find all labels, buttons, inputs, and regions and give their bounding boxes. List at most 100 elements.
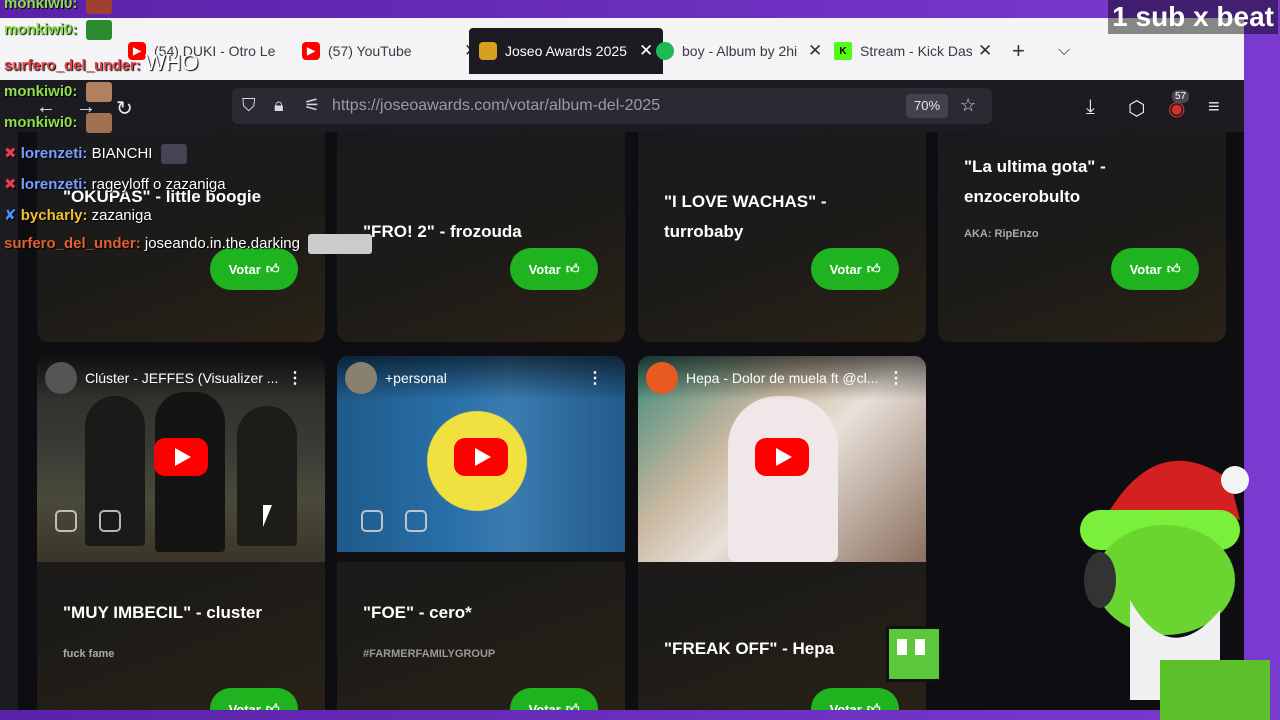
thumbs-up-icon: 👍︎	[1166, 261, 1181, 276]
album-title: "La ultima gota" - enzocerobulto	[964, 157, 1106, 206]
tab-label: Joseo Awards 2025	[505, 43, 627, 59]
video-figure	[728, 396, 838, 562]
cube-character	[886, 626, 942, 682]
video-title[interactable]: Hepa - Dolor de muela ft @cl...	[686, 370, 886, 386]
vote-button[interactable]: Votar 👍︎	[210, 688, 298, 710]
album-card: "I LOVE WACHAS" - turrobaby Votar 👍︎	[638, 132, 926, 342]
tab-joseo-awards[interactable]: Joseo Awards 2025 ✕	[469, 28, 664, 74]
video-title[interactable]: Clúster - JEFFES (Visualizer ...	[85, 370, 285, 386]
album-title: "FOE" - cero*	[363, 603, 472, 622]
chat-text: BIANCHI	[91, 145, 153, 162]
chat-username: monkiwi0:	[4, 82, 78, 100]
new-tab-icon[interactable]: +	[1012, 38, 1025, 64]
extension-badge: 57	[1172, 90, 1190, 103]
chat-text: WHO	[144, 50, 199, 75]
badge-sword-icon: ✘	[4, 207, 17, 224]
play-button-icon[interactable]	[454, 438, 508, 476]
video-progress	[337, 552, 625, 562]
play-button-icon[interactable]	[755, 438, 809, 476]
album-title: "FREAK OFF" - Hepa	[664, 639, 835, 658]
youtube-embed[interactable]: +personal ⋮	[337, 356, 625, 562]
album-card: "La ultima gota" - enzocerobulto AKA: Ri…	[938, 132, 1226, 342]
more-options-icon[interactable]: ⋮	[587, 368, 603, 388]
emote-icon	[85, 82, 112, 102]
chat-username: bycharly:	[20, 207, 88, 224]
chat-username: monkiwi0:	[4, 20, 78, 38]
thumbs-up-icon: 👍︎	[265, 701, 280, 710]
vote-button[interactable]: Votar 👍︎	[510, 688, 598, 710]
chat-message: monkiwi0:	[4, 82, 112, 102]
chat-message: ✖ lorenzeti: BIANCHI	[4, 144, 187, 165]
hat-pompom	[1221, 466, 1249, 494]
tab-spotify[interactable]: boy - Album by 2hi ✕	[646, 28, 832, 74]
youtube-embed[interactable]: Clúster - JEFFES (Visualizer ... ⋮	[37, 356, 325, 562]
chat-username: surfero_del_under:	[4, 57, 141, 74]
emote-icon	[160, 144, 187, 165]
channel-avatar[interactable]	[345, 362, 377, 394]
streamer-avatar	[1080, 460, 1270, 720]
vote-button[interactable]: Votar 👍︎	[811, 248, 899, 290]
thumbs-up-icon: 👍︎	[565, 701, 580, 710]
chat-message: surfero_del_under: joseando.in.the.darki…	[4, 234, 373, 254]
video-header: +personal	[337, 356, 625, 400]
channel-avatar[interactable]	[646, 362, 678, 394]
spotify-icon	[656, 42, 674, 60]
emote-icon	[85, 113, 112, 133]
vote-button[interactable]: Votar 👍︎	[510, 248, 598, 290]
album-card: +personal ⋮ "FOE" - cero* #FARMERFAMILYG…	[337, 356, 625, 710]
vote-label: Votar	[1129, 261, 1162, 277]
chat-message: monkiwi0:	[4, 0, 112, 14]
thumbs-up-icon: 👍︎	[265, 261, 280, 276]
vote-button[interactable]: Votar 👍︎	[811, 688, 899, 710]
chat-username: monkiwi0:	[4, 0, 78, 12]
album-title: "MUY IMBECIL" - cluster	[63, 603, 263, 622]
cube-eye	[915, 639, 925, 655]
badge-x-icon: ✖	[4, 145, 17, 162]
channel-avatar[interactable]	[45, 362, 77, 394]
thumbs-up-icon: 👍︎	[866, 261, 881, 276]
star-icon[interactable]: ☆	[960, 95, 976, 116]
zoom-level[interactable]: 70%	[906, 94, 948, 118]
youtube-embed[interactable]: Hepa - Dolor de muela ft @cl... ⋮	[638, 356, 926, 562]
vote-label: Votar	[829, 261, 862, 277]
more-options-icon[interactable]: ⋮	[287, 368, 303, 388]
chevron-down-icon[interactable]: ⌵	[1058, 42, 1070, 60]
avatar-body	[1160, 660, 1270, 720]
album-card: Clúster - JEFFES (Visualizer ... ⋮ "MUY …	[37, 356, 325, 710]
video-header: Clúster - JEFFES (Visualizer ...	[37, 356, 325, 400]
video-header: Hepa - Dolor de muela ft @cl...	[638, 356, 926, 400]
tab-label: boy - Album by 2hi	[682, 43, 798, 59]
instagram-icon	[55, 510, 77, 532]
video-icon	[99, 510, 121, 532]
download-icon[interactable]: ⤓	[1086, 96, 1095, 119]
extensions-icon[interactable]: ⬡	[1128, 96, 1145, 121]
play-button-icon[interactable]	[154, 438, 208, 476]
video-title[interactable]: +personal	[385, 370, 585, 386]
sub-goal-banner: 1 sub x beat	[1108, 0, 1278, 34]
emote-icon	[85, 0, 112, 14]
chat-text: joseando.in.the.darking	[144, 234, 300, 252]
tab-label: Stream - Kick Dash	[860, 43, 972, 59]
vote-label: Votar	[528, 701, 561, 711]
vote-label: Votar	[228, 701, 261, 711]
headphone	[1084, 552, 1116, 608]
chat-text: rageyloff o zazaniga	[91, 176, 226, 193]
chat-username: lorenzeti:	[20, 176, 88, 193]
album-subtitle: fuck fame	[63, 648, 115, 660]
kick-icon: K	[834, 42, 852, 60]
stream-chat-overlay: monkiwi0: monkiwi0: surfero_del_under: W…	[4, 0, 424, 260]
chat-message: surfero_del_under: WHO	[4, 50, 199, 76]
vote-button[interactable]: Votar 👍︎	[1111, 248, 1199, 290]
trophy-icon	[479, 42, 497, 60]
album-card: Hepa - Dolor de muela ft @cl... ⋮ "FREAK…	[638, 356, 926, 710]
vote-label: Votar	[528, 261, 561, 277]
menu-icon[interactable]: ≡	[1208, 96, 1220, 119]
tab-kick[interactable]: K Stream - Kick Dash ✕	[824, 28, 1002, 74]
close-icon[interactable]: ✕	[808, 41, 822, 61]
chat-message: monkiwi0:	[4, 113, 112, 133]
album-title: "I LOVE WACHAS" - turrobaby	[664, 192, 827, 241]
more-options-icon[interactable]: ⋮	[888, 368, 904, 388]
close-icon[interactable]: ✕	[978, 41, 992, 61]
chat-text: zazaniga	[91, 207, 152, 224]
chat-username: lorenzeti:	[20, 145, 88, 162]
